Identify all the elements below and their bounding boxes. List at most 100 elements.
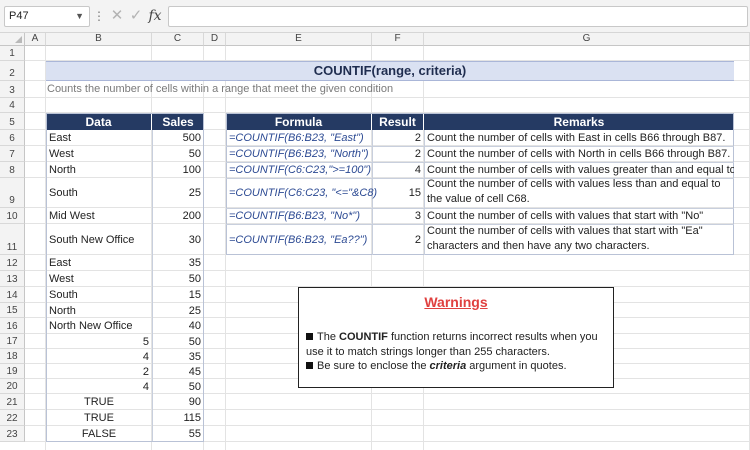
table-cell[interactable]: 35 xyxy=(152,349,204,364)
row-header[interactable]: 5 xyxy=(0,113,25,130)
table-cell[interactable]: West xyxy=(46,146,152,162)
formula-cell[interactable]: =COUNTIF(B6:B23, "East") xyxy=(226,130,372,146)
row-header[interactable]: 1 xyxy=(0,46,25,61)
column-header-b[interactable]: B xyxy=(46,33,152,46)
row-header[interactable]: 11 xyxy=(0,224,25,255)
formula-bar: P47 ▼ ⋮ ✕ ✓ fx xyxy=(0,0,750,33)
table-cell[interactable]: 25 xyxy=(152,303,204,318)
table-cell[interactable]: East xyxy=(46,255,152,271)
warnings-box: Warnings The COUNTIF function returns in… xyxy=(298,287,614,388)
formula-input[interactable] xyxy=(168,6,748,27)
row-header[interactable]: 10 xyxy=(0,208,25,224)
column-header-a[interactable]: A xyxy=(25,33,46,46)
row-header[interactable]: 3 xyxy=(0,81,25,98)
table-cell[interactable]: 5 xyxy=(46,334,152,349)
formula-cell[interactable]: =COUNTIF(B6:B23, "Ea??") xyxy=(226,224,372,255)
row-header[interactable]: 20 xyxy=(0,379,25,394)
more-options-icon[interactable]: ⋮ xyxy=(93,9,105,23)
table-cell[interactable]: 30 xyxy=(152,224,204,255)
remarks-cell[interactable]: Count the number of cells with values th… xyxy=(424,208,734,224)
row-header[interactable]: 6 xyxy=(0,130,25,146)
table-cell[interactable]: 55 xyxy=(152,426,204,442)
name-box-value: P47 xyxy=(9,10,29,22)
table-cell[interactable]: 115 xyxy=(152,410,204,426)
row-header[interactable]: 13 xyxy=(0,271,25,287)
remarks-cell[interactable]: Count the number of cells with values gr… xyxy=(424,162,734,178)
column-header-g[interactable]: G xyxy=(424,33,750,46)
confirm-icon[interactable]: ✓ xyxy=(127,7,145,25)
table-cell[interactable]: 40 xyxy=(152,318,204,334)
formula-cell[interactable]: =COUNTIF(B6:B23, "North") xyxy=(226,146,372,162)
column-header-e[interactable]: E xyxy=(226,33,372,46)
row-header[interactable]: 19 xyxy=(0,364,25,379)
table-cell[interactable]: Mid West xyxy=(46,208,152,224)
warning-function-name: COUNTIF xyxy=(339,331,388,343)
table-cell[interactable]: South xyxy=(46,178,152,208)
column-header-d[interactable]: D xyxy=(204,33,226,46)
row-header[interactable]: 22 xyxy=(0,410,25,426)
table-cell[interactable]: 4 xyxy=(46,349,152,364)
table-cell[interactable]: North xyxy=(46,162,152,178)
table-cell[interactable]: South New Office xyxy=(46,224,152,255)
remarks-cell[interactable]: Count the number of cells with values le… xyxy=(424,178,734,208)
cancel-icon[interactable]: ✕ xyxy=(108,7,126,25)
result-cell[interactable]: 2 xyxy=(372,130,424,146)
formula-cell[interactable]: =COUNTIF(C6:C23, "<="&C8) xyxy=(226,178,377,208)
table-cell[interactable]: 90 xyxy=(152,394,204,410)
warnings-title: Warnings xyxy=(424,294,488,310)
row-header[interactable]: 8 xyxy=(0,162,25,178)
table-cell[interactable]: 500 xyxy=(152,130,204,146)
table-cell[interactable]: 50 xyxy=(152,146,204,162)
table-cell[interactable]: 35 xyxy=(152,255,204,271)
chevron-down-icon[interactable]: ▼ xyxy=(75,7,84,26)
table-cell[interactable]: 50 xyxy=(152,271,204,287)
result-cell[interactable]: 2 xyxy=(372,146,424,162)
row-header[interactable]: 23 xyxy=(0,426,25,442)
result-cell[interactable]: 2 xyxy=(372,224,424,255)
table-cell[interactable]: 15 xyxy=(152,287,204,303)
table-cell[interactable]: 25 xyxy=(152,178,204,208)
column-header-c[interactable]: C xyxy=(152,33,204,46)
square-bullet-icon xyxy=(306,362,313,369)
row-header[interactable]: 2 xyxy=(0,61,25,81)
remarks-cell[interactable]: Count the number of cells with North in … xyxy=(424,146,734,162)
row-header[interactable]: 17 xyxy=(0,334,25,349)
table-cell[interactable]: 50 xyxy=(152,334,204,349)
row-header[interactable]: 7 xyxy=(0,146,25,162)
row-header[interactable]: 16 xyxy=(0,318,25,334)
table-cell[interactable]: North xyxy=(46,303,152,318)
table-cell[interactable]: North New Office xyxy=(46,318,152,334)
warning-text: The xyxy=(317,331,340,343)
result-cell[interactable]: 4 xyxy=(372,162,424,178)
table-cell[interactable]: West xyxy=(46,271,152,287)
row-header[interactable]: 18 xyxy=(0,349,25,364)
remarks-cell[interactable]: Count the number of cells with East in c… xyxy=(424,130,734,146)
table-cell[interactable]: FALSE xyxy=(46,426,152,442)
remarks-cell[interactable]: Count the number of cells with values th… xyxy=(424,224,734,255)
row-header[interactable]: 15 xyxy=(0,303,25,318)
table-cell[interactable]: 200 xyxy=(152,208,204,224)
row-header[interactable]: 21 xyxy=(0,394,25,410)
table-cell[interactable]: 4 xyxy=(46,379,152,394)
result-cell[interactable]: 3 xyxy=(372,208,424,224)
name-box[interactable]: P47 ▼ xyxy=(4,6,90,27)
table-cell[interactable]: East xyxy=(46,130,152,146)
table-cell[interactable]: South xyxy=(46,287,152,303)
formula-cell[interactable]: =COUNTIF(C6:C23,">=100") xyxy=(226,162,372,178)
table-cell[interactable]: 45 xyxy=(152,364,204,379)
table-cell[interactable]: TRUE xyxy=(46,394,152,410)
table-cell[interactable]: 100 xyxy=(152,162,204,178)
sheet-subtitle: Counts the number of cells within a rang… xyxy=(47,83,394,95)
row-header[interactable]: 14 xyxy=(0,287,25,303)
row-header[interactable]: 12 xyxy=(0,255,25,271)
select-all-button[interactable] xyxy=(0,33,25,46)
table-cell[interactable]: 2 xyxy=(46,364,152,379)
table-cell[interactable]: TRUE xyxy=(46,410,152,426)
row-header[interactable]: 4 xyxy=(0,98,25,113)
column-header-f[interactable]: F xyxy=(372,33,424,46)
result-cell[interactable]: 15 xyxy=(372,178,424,208)
insert-function-icon[interactable]: fx xyxy=(146,7,164,25)
row-header[interactable]: 9 xyxy=(0,178,25,208)
formula-cell[interactable]: =COUNTIF(B6:B23, "No*") xyxy=(226,208,372,224)
table-cell[interactable]: 50 xyxy=(152,379,204,394)
